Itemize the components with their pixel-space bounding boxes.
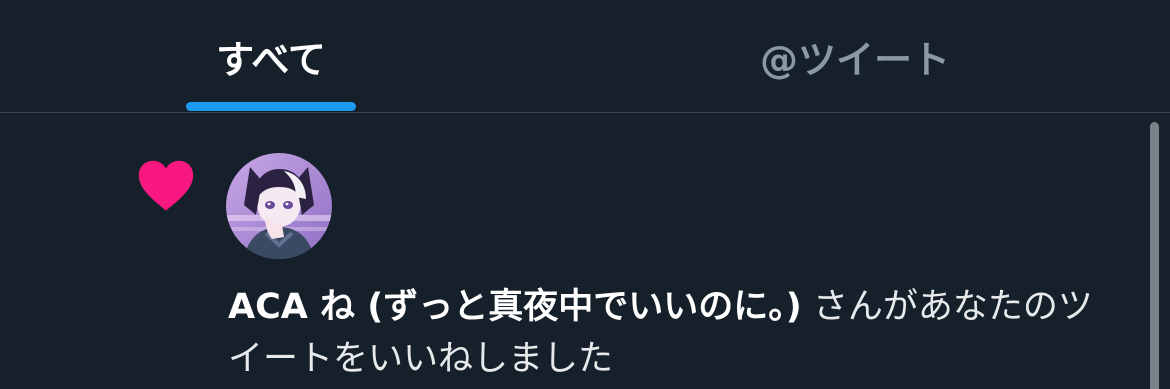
avatar-image	[226, 153, 332, 259]
notification-tabs: すべて @ツイート	[0, 0, 1170, 113]
notification-message: ACA ね (ずっと真夜中でいいのに。) さんがあなたのツイートをいいねしました	[228, 281, 1108, 385]
active-tab-indicator	[186, 102, 356, 111]
scrollbar[interactable]	[1150, 122, 1159, 389]
tab-mentions-label: @ツイート	[759, 37, 950, 82]
avatar[interactable]	[226, 153, 332, 259]
tab-mentions[interactable]: @ツイート	[690, 0, 1020, 112]
heart-icon	[138, 160, 194, 211]
tab-all[interactable]: すべて	[186, 0, 356, 112]
notifications-page: すべて @ツイート ACA ね (ずっと真夜中でいいのに。) さんがあなたのツイ…	[0, 0, 1170, 389]
user-name[interactable]: ACA ね (ずっと真夜中でいいのに。)	[228, 287, 802, 327]
notification-item[interactable]: ACA ね (ずっと真夜中でいいのに。) さんがあなたのツイートをいいねしました	[0, 113, 1170, 389]
tab-all-label: すべて	[216, 37, 326, 82]
